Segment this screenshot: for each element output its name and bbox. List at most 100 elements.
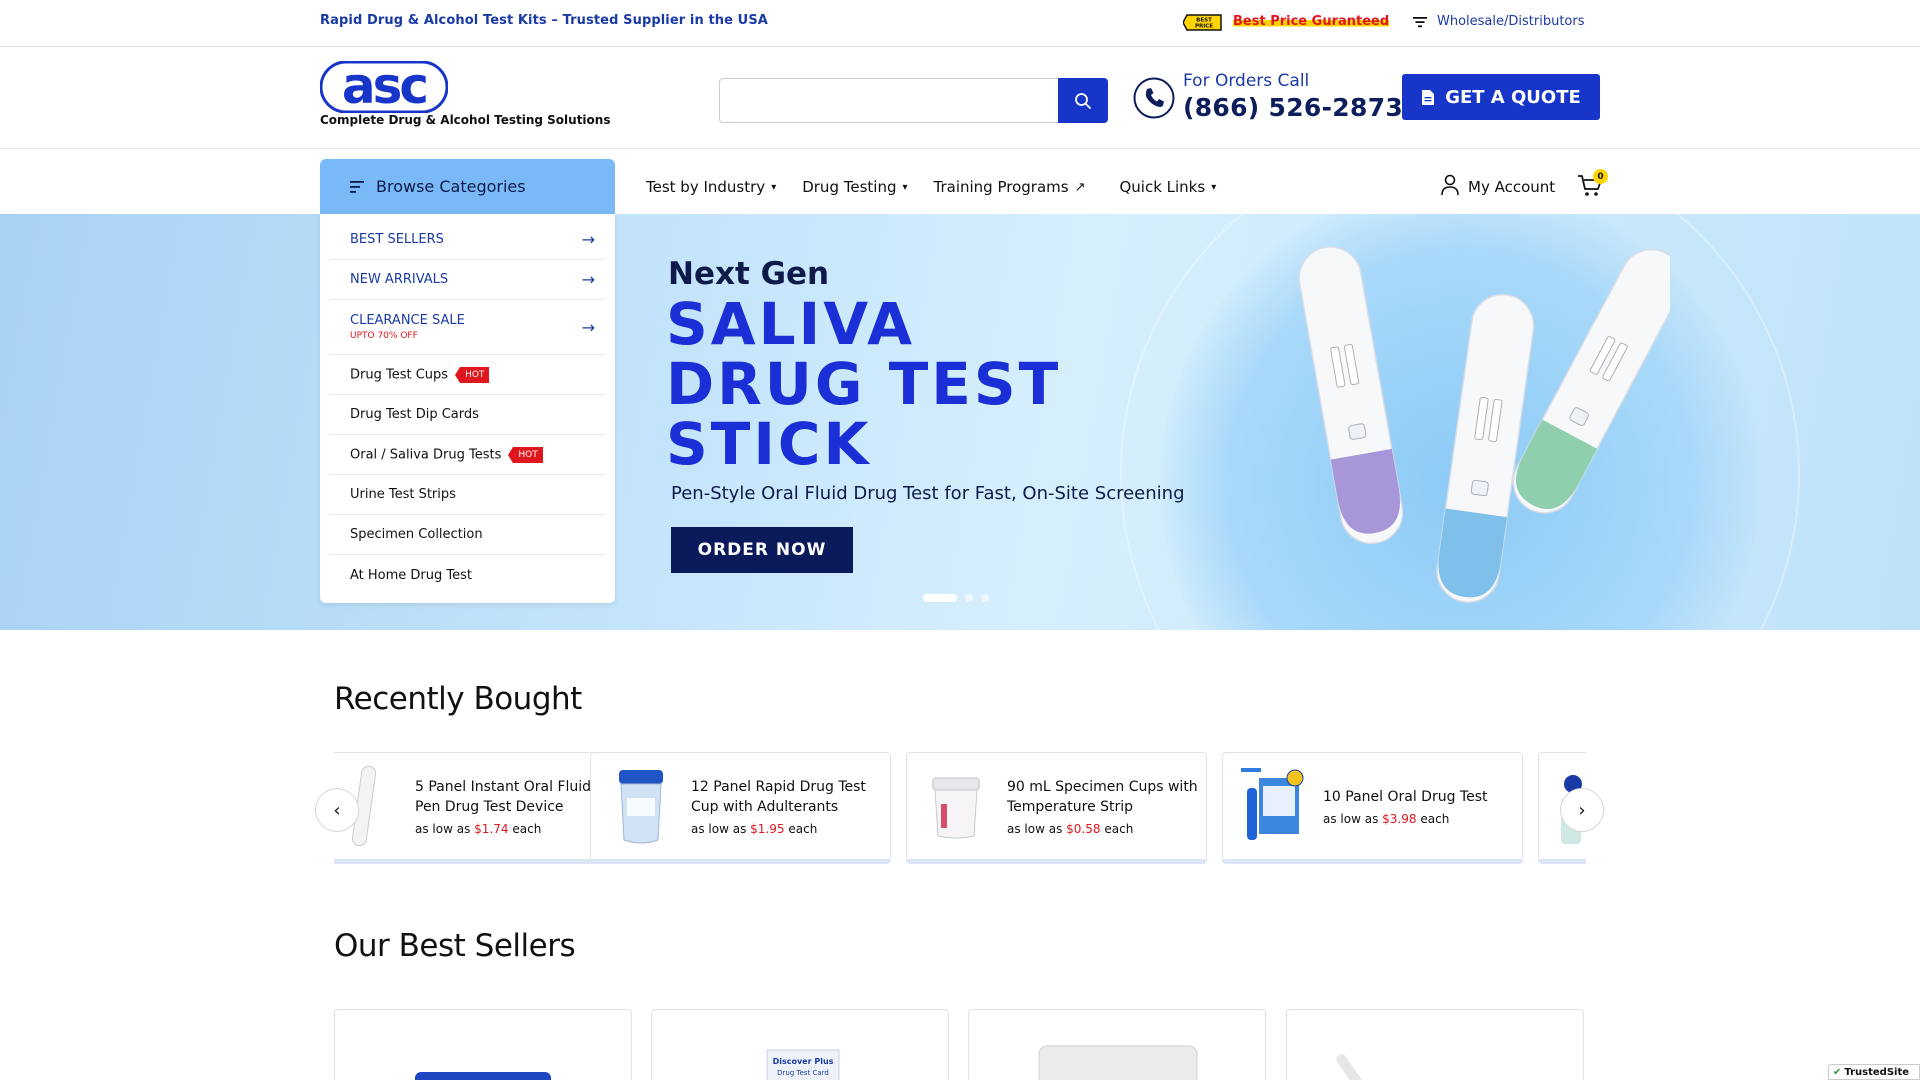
- best-sellers-title: Our Best Sellers: [334, 928, 576, 964]
- hero-subheadline: Pen-Style Oral Fluid Drug Test for Fast,…: [671, 483, 1185, 504]
- category-oral-saliva[interactable]: Oral / Saliva Drug Tests HOT: [330, 435, 605, 475]
- document-icon: [1422, 89, 1435, 105]
- carousel-prev-button[interactable]: ‹: [315, 788, 359, 832]
- best-seller-card[interactable]: [1286, 1009, 1584, 1080]
- product-price-line: as low as $1.74 each: [415, 822, 614, 836]
- hero-headline-line-1: SALIVA: [666, 290, 916, 358]
- category-at-home[interactable]: At Home Drug Test: [330, 555, 605, 595]
- carousel-next-button[interactable]: ›: [1560, 788, 1604, 832]
- category-label: Oral / Saliva Drug Tests: [350, 447, 502, 462]
- product-price: $1.74: [474, 821, 509, 836]
- price-suffix: each: [1104, 821, 1134, 836]
- slider-dot-2[interactable]: [965, 594, 973, 602]
- user-icon: [1441, 174, 1459, 196]
- nav-training-programs[interactable]: Training Programs ↗: [934, 178, 1086, 196]
- search-button[interactable]: [1058, 78, 1108, 123]
- top-strip: Rapid Drug & Alcohol Test Kits – Trusted…: [0, 0, 1920, 47]
- product-image: [415, 1072, 551, 1080]
- arrow-right-icon: →: [581, 270, 595, 289]
- product-name: 10 Panel Oral Drug Test: [1323, 788, 1488, 805]
- trustedsite-badge[interactable]: ✔ TrustedSite: [1828, 1064, 1920, 1080]
- category-label: Specimen Collection: [350, 527, 483, 542]
- best-seller-card[interactable]: [334, 1009, 632, 1080]
- product-card[interactable]: 12 Panel Rapid Drug Test Cup with Adulte…: [590, 752, 891, 864]
- category-urine-strips[interactable]: Urine Test Strips: [330, 475, 605, 515]
- category-label: Drug Test Dip Cards: [350, 407, 479, 422]
- recently-bought-carousel: 5 Panel Instant Oral Fluid Pen Drug Test…: [334, 752, 1586, 868]
- category-drug-test-cups[interactable]: Drug Test Cups HOT: [330, 355, 605, 395]
- orders-phone-number[interactable]: (866) 526-2873: [1183, 93, 1403, 122]
- product-name: 5 Panel Instant Oral Fluid Pen Drug Test…: [415, 778, 592, 815]
- external-arrow-icon: ↗: [1074, 179, 1086, 195]
- get-a-quote-button[interactable]: GET A QUOTE: [1402, 74, 1600, 120]
- nav-label: Drug Testing: [802, 178, 897, 196]
- price-suffix: each: [1420, 811, 1450, 826]
- saliva-test-sticks-image: [1298, 246, 1670, 603]
- nav-test-by-industry[interactable]: Test by Industry ▾: [646, 178, 776, 196]
- best-seller-card[interactable]: [968, 1009, 1266, 1080]
- hero-headline-line-3: STICK: [666, 410, 872, 478]
- browse-categories-button[interactable]: Browse Categories: [320, 159, 615, 214]
- hero-banner: Next Gen SALIVA DRUG TEST STICK Pen-Styl…: [0, 214, 1920, 630]
- categories-dropdown: BEST SELLERS → NEW ARRIVALS → CLEARANCE …: [320, 214, 615, 603]
- nav-label: Test by Industry: [646, 178, 766, 196]
- category-best-sellers[interactable]: BEST SELLERS →: [330, 220, 605, 260]
- best-seller-card[interactable]: Discover Plus Drug Test Card: [651, 1009, 949, 1080]
- product-price-line: as low as $0.58 each: [1007, 822, 1206, 836]
- my-account-label: My Account: [1468, 178, 1556, 196]
- oral-drug-test-box-image: [1241, 768, 1304, 840]
- phone-icon: [1133, 77, 1175, 119]
- logo-tagline: Complete Drug & Alcohol Testing Solution…: [320, 113, 611, 127]
- product-price: $1.95: [750, 821, 785, 836]
- category-label: BEST SELLERS: [350, 232, 444, 247]
- price-suffix: each: [788, 821, 818, 836]
- category-dip-cards[interactable]: Drug Test Dip Cards: [330, 395, 605, 435]
- category-label: Urine Test Strips: [350, 487, 456, 502]
- nav-label: Quick Links: [1119, 178, 1206, 196]
- hot-badge: HOT: [455, 366, 490, 383]
- slider-dot-3[interactable]: [981, 594, 989, 602]
- my-account-link[interactable]: My Account: [1440, 174, 1555, 196]
- caret-down-icon: ▾: [1211, 181, 1217, 193]
- search-icon: [1075, 92, 1091, 109]
- orders-call-label: For Orders Call: [1183, 71, 1310, 91]
- product-price-line: as low as $3.98 each: [1323, 812, 1488, 826]
- category-label: Drug Test Cups: [350, 367, 449, 382]
- clearance-sub-label: UPTO 70% OFF: [350, 331, 418, 341]
- site-tagline: Rapid Drug & Alcohol Test Kits – Trusted…: [320, 13, 768, 28]
- arrow-right-icon: →: [581, 317, 595, 337]
- search-input[interactable]: [719, 78, 1060, 123]
- category-new-arrivals[interactable]: NEW ARRIVALS →: [330, 260, 605, 300]
- category-specimen-collection[interactable]: Specimen Collection: [330, 515, 605, 555]
- nav-quick-links[interactable]: Quick Links ▾: [1119, 178, 1216, 196]
- hot-badge: HOT: [508, 446, 543, 463]
- product-image: [1038, 1045, 1198, 1080]
- price-suffix: each: [512, 821, 542, 836]
- recently-bought-title: Recently Bought: [334, 681, 582, 717]
- category-clearance-sale[interactable]: CLEARANCE SALE UPTO 70% OFF →: [330, 300, 605, 355]
- cart-count-badge: 0: [1593, 169, 1608, 184]
- svg-text:PRICE: PRICE: [1195, 24, 1213, 30]
- nav-label: Training Programs: [933, 178, 1069, 196]
- wholesale-distributors-link[interactable]: Wholesale/Distributors: [1437, 14, 1585, 29]
- specimen-cup-image: [932, 777, 980, 839]
- asc-logo[interactable]: asc: [320, 61, 448, 113]
- browse-categories-label: Browse Categories: [376, 177, 526, 196]
- product-card[interactable]: 5 Panel Instant Oral Fluid Pen Drug Test…: [334, 752, 615, 864]
- product-image: Discover Plus Drug Test Card: [766, 1049, 840, 1080]
- product-name: 12 Panel Rapid Drug Test Cup with Adulte…: [691, 778, 866, 815]
- product-card[interactable]: 10 Panel Oral Drug Test as low as $3.98 …: [1222, 752, 1523, 864]
- price-prefix: as low as: [415, 821, 471, 836]
- check-icon: ✔: [1833, 1066, 1842, 1078]
- hero-headline: SALIVA DRUG TEST STICK: [666, 294, 1061, 474]
- menu-icon: [350, 180, 364, 193]
- order-now-button[interactable]: ORDER NOW: [671, 527, 853, 573]
- drug-test-cup-image: [619, 770, 663, 844]
- best-price-badge-icon: BEST PRICE: [1183, 14, 1222, 31]
- get-a-quote-label: GET A QUOTE: [1445, 86, 1581, 108]
- nav-drug-testing[interactable]: Drug Testing ▾: [802, 178, 907, 196]
- slider-dot-1[interactable]: [923, 594, 957, 602]
- caret-down-icon: ▾: [902, 181, 908, 193]
- price-prefix: as low as: [1323, 811, 1379, 826]
- product-card[interactable]: 90 mL Specimen Cups with Temperature Str…: [906, 752, 1207, 864]
